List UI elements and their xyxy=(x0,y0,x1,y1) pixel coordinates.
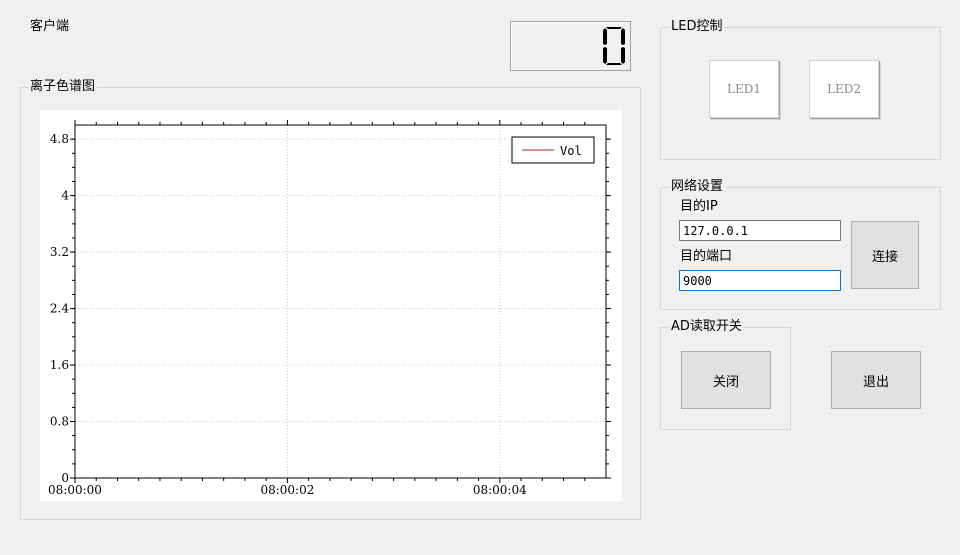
chart-group-title: 离子色谱图 xyxy=(28,79,98,95)
y-tick-label: 3.2 xyxy=(50,245,69,259)
lcd-display: 0 xyxy=(510,21,631,71)
exit-button[interactable]: 退出 xyxy=(831,351,921,409)
ad-group-title: AD读取开关 xyxy=(669,319,744,335)
y-tick-label: 1.6 xyxy=(50,358,69,372)
led2-button[interactable]: LED2 xyxy=(809,60,879,118)
led-group-title: LED控制 xyxy=(669,19,725,35)
x-tick-label: 08:00:00 xyxy=(48,483,102,497)
lcd-digit xyxy=(603,27,625,65)
plot-frame xyxy=(74,124,607,479)
y-tick-label: 4 xyxy=(61,189,69,203)
network-group-title: 网络设置 xyxy=(669,179,726,195)
window-title: 客户端 xyxy=(30,19,70,34)
ip-label: 目的IP xyxy=(680,199,718,214)
led1-button[interactable]: LED1 xyxy=(709,60,779,118)
y-tick-label: 4.8 xyxy=(50,132,69,146)
x-tick-label: 08:00:02 xyxy=(260,483,314,497)
led-group xyxy=(660,27,941,160)
ip-input[interactable] xyxy=(679,220,841,241)
legend-label: Vol xyxy=(560,144,582,158)
connect-button[interactable]: 连接 xyxy=(851,221,919,289)
y-tick-label: 0.8 xyxy=(50,415,69,429)
x-tick-label: 08:00:04 xyxy=(473,483,527,497)
ion-chromatogram-chart[interactable]: 00.81.62.43.244.808:00:00 08:00:02 08:00:0… xyxy=(40,110,622,501)
port-label: 目的端口 xyxy=(680,249,733,264)
ad-toggle-button[interactable]: 关闭 xyxy=(681,351,771,409)
y-tick-label: 2.4 xyxy=(50,302,69,316)
port-input[interactable] xyxy=(679,270,841,291)
